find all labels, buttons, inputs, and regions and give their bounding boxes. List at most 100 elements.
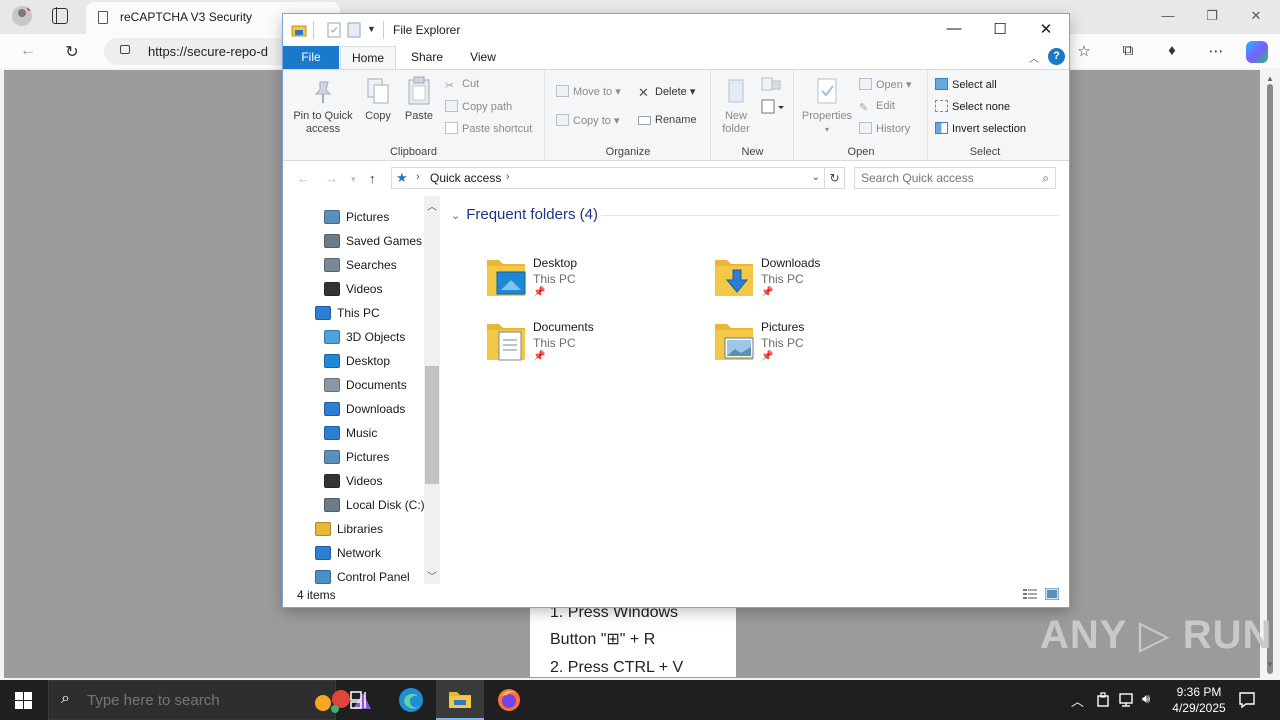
paste-button[interactable]: Paste (401, 76, 437, 123)
explorer-minimize-button[interactable]: — (931, 20, 977, 37)
browser-restore-button[interactable]: ❐ (1202, 8, 1222, 24)
copy-button[interactable]: Copy (361, 76, 395, 123)
browser-minimize-button[interactable]: — (1158, 8, 1178, 23)
details-view-icon[interactable] (1023, 588, 1037, 600)
copy-path-button[interactable]: Copy path (445, 100, 512, 113)
explorer-forward-button[interactable]: → (325, 171, 338, 186)
nav-item-libraries[interactable]: Libraries (315, 522, 383, 546)
edge-taskbar-button[interactable] (387, 680, 435, 720)
breadcrumb-quick-access[interactable]: Quick access (430, 171, 501, 185)
nav-item-videos[interactable]: Videos (324, 474, 382, 498)
address-bar[interactable]: https://secure-repo-d (104, 38, 294, 65)
taskbar-search[interactable]: ⌕ (48, 680, 371, 720)
breadcrumb-chevron-icon[interactable]: › (506, 171, 510, 183)
select-none-button[interactable]: Select none (935, 100, 1010, 113)
nav-item-local-disk-c[interactable]: Local Disk (C:) (324, 498, 425, 522)
scroll-down-icon[interactable]: ▼ (1266, 660, 1274, 669)
explorer-back-button[interactable]: ← (297, 171, 310, 186)
start-button[interactable] (15, 692, 32, 709)
refresh-button[interactable]: ↻ (62, 42, 82, 62)
file-explorer-taskbar-button[interactable] (436, 680, 484, 720)
collections-icon[interactable]: ⧉ (1118, 42, 1138, 59)
explorer-address-bar[interactable]: ★ › Quick access › ⌄ (391, 167, 825, 189)
tab-home[interactable]: Home (340, 46, 396, 69)
recent-locations-icon[interactable]: ▾ (351, 174, 356, 185)
collapse-ribbon-icon[interactable]: ︿ (1029, 50, 1039, 65)
browser-close-button[interactable]: ✕ (1246, 8, 1266, 24)
nav-scroll-down-icon[interactable]: ﹀ (427, 568, 437, 583)
system-clock[interactable]: 9:36 PM 4/29/2025 (1164, 684, 1234, 716)
frequent-folders-header[interactable]: ⌄ Frequent folders (4) (451, 206, 598, 223)
nav-item-this-pc[interactable]: This PC (315, 306, 380, 330)
new-folder-button[interactable]: New folder (716, 76, 756, 136)
volume-icon[interactable]: 🔊︎ (1142, 691, 1150, 707)
nav-item-desktop[interactable]: Desktop (324, 354, 390, 378)
nav-scroll-up-icon[interactable]: ︿ (427, 198, 437, 213)
nav-item-pictures[interactable]: Pictures (324, 210, 389, 234)
select-all-button[interactable]: Select all (935, 78, 997, 91)
explorer-search-input[interactable] (861, 171, 1031, 185)
settings-menu-icon[interactable]: ⋯ (1206, 42, 1226, 60)
nav-item-searches[interactable]: Searches (324, 258, 397, 282)
new-item-icon[interactable] (760, 76, 786, 94)
network-icon[interactable] (1118, 692, 1136, 708)
properties-quick-icon[interactable] (327, 22, 341, 38)
easy-access-icon[interactable] (760, 98, 786, 116)
help-icon[interactable]: ? (1048, 48, 1065, 65)
firefox-taskbar-button[interactable] (485, 680, 533, 720)
folder-tile-downloads[interactable]: Downloads This PC 📌 (713, 254, 913, 310)
task-view-button[interactable] (336, 680, 384, 720)
notifications-icon[interactable] (1238, 691, 1256, 709)
new-folder-quick-icon[interactable] (347, 22, 361, 38)
explorer-close-button[interactable]: ✕ (1023, 20, 1069, 38)
rename-button[interactable]: Rename (638, 114, 697, 126)
nav-item-music[interactable]: Music (324, 426, 377, 450)
pin-to-quick-access-button[interactable]: Pin to Quick access (289, 76, 357, 136)
scroll-up-icon[interactable]: ▲ (1266, 74, 1274, 83)
explorer-refresh-button[interactable]: ↻ (825, 167, 845, 189)
edit-button[interactable]: ✎ Edit (859, 100, 895, 114)
page-scroll-thumb[interactable] (1267, 84, 1273, 674)
folder-tile-documents[interactable]: Documents This PC 📌 (485, 318, 685, 374)
nav-item-saved-games[interactable]: Saved Games (324, 234, 422, 258)
tab-share[interactable]: Share (397, 46, 457, 69)
extensions-icon[interactable]: ♦ (1162, 42, 1182, 59)
up-button[interactable]: ↑ (369, 171, 376, 186)
copy-to-button[interactable]: Copy to ▾ (556, 114, 620, 127)
nav-item-videos[interactable]: Videos (324, 282, 382, 306)
back-button[interactable]: ← (18, 42, 38, 60)
nav-pane-scrollbar[interactable]: ︿ ﹀ (424, 196, 440, 584)
explorer-maximize-button[interactable]: ☐ (977, 20, 1023, 38)
move-to-button[interactable]: Move to ▾ (556, 85, 621, 98)
page-icon (98, 11, 108, 24)
address-dropdown-icon[interactable]: ⌄ (812, 172, 820, 183)
paste-shortcut-button[interactable]: Paste shortcut (445, 122, 532, 135)
tab-actions-icon[interactable] (52, 7, 68, 24)
delete-button[interactable]: ✕ Delete ▾ (638, 85, 695, 100)
nav-item-3d-objects[interactable]: 3D Objects (324, 330, 405, 354)
nav-item-network[interactable]: Network (315, 546, 381, 570)
nav-item-documents[interactable]: Documents (324, 378, 407, 402)
tab-file[interactable]: File (283, 46, 339, 69)
profile-avatar[interactable] (12, 6, 32, 26)
customize-quick-access-icon[interactable]: ▼ (367, 24, 376, 34)
properties-button[interactable]: Properties ▾ (799, 76, 855, 136)
tab-view[interactable]: View (459, 46, 507, 69)
folder-tile-pictures[interactable]: Pictures This PC 📌 (713, 318, 913, 374)
page-scrollbar[interactable]: ▲ ▼ (1261, 70, 1279, 678)
show-hidden-icons[interactable]: ︿ (1071, 691, 1084, 710)
copilot-icon[interactable] (1246, 41, 1268, 63)
nav-item-downloads[interactable]: Downloads (324, 402, 405, 426)
open-button[interactable]: Open ▾ (859, 78, 912, 91)
security-icon[interactable] (1096, 692, 1110, 708)
cut-button[interactable]: ✂ Cut (445, 78, 479, 92)
favorites-icon[interactable]: ☆ (1074, 42, 1094, 60)
nav-scroll-thumb[interactable] (425, 366, 439, 484)
invert-selection-button[interactable]: Invert selection (935, 122, 1026, 135)
explorer-search-box[interactable]: ⌕ (854, 167, 1056, 189)
history-button[interactable]: History (859, 122, 910, 135)
nav-item-pictures[interactable]: Pictures (324, 450, 389, 474)
taskbar-search-input[interactable] (87, 692, 287, 709)
folder-tile-desktop[interactable]: Desktop This PC 📌 (485, 254, 685, 310)
large-icons-view-icon[interactable] (1045, 588, 1059, 600)
